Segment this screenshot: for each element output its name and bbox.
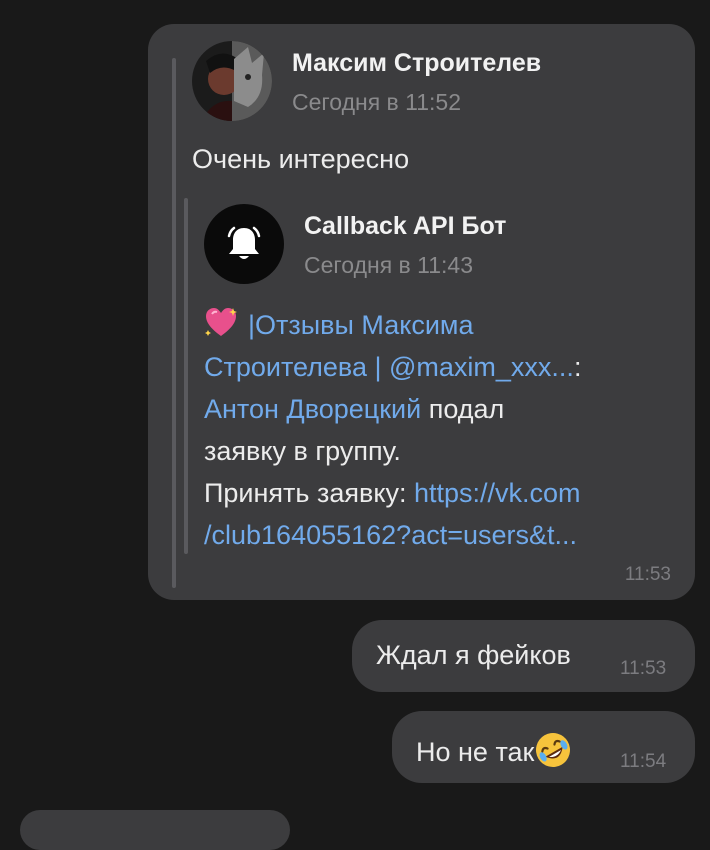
colon-text: : [573, 352, 582, 382]
message-timestamp: 11:54 [620, 751, 667, 772]
message-text: Но не так [416, 737, 535, 767]
forwarded-author-name[interactable]: Callback API Бот [304, 212, 506, 241]
sparkling-heart-icon [205, 308, 237, 336]
forwarded-text: |Отзывы Максима Строителева | @maxim_xxx… [204, 304, 684, 556]
quote-bar [172, 58, 176, 588]
message-bubble-partial[interactable] [20, 810, 290, 850]
group-link[interactable]: |Отзывы Максима [248, 310, 474, 340]
author-name[interactable]: Максим Строителев [292, 49, 541, 78]
message-text-wrap: Но не так [416, 731, 572, 769]
group-link-cont[interactable]: Строителева | @maxim_xxx... [204, 352, 574, 382]
accept-label: Принять заявку: [204, 478, 414, 508]
avatar-user[interactable] [192, 41, 272, 121]
message-bubble[interactable]: Но не так 11:54 [392, 711, 695, 783]
message-text: Очень интересно [192, 144, 410, 174]
text-line: заявку в группу. [204, 436, 401, 466]
message-bubble[interactable]: Ждал я фейков 11:53 [352, 620, 695, 692]
accept-url-link[interactable]: https://vk.com [414, 478, 581, 508]
bell-icon [227, 226, 261, 259]
avatar-bot[interactable] [204, 204, 284, 284]
message-timestamp: 11:53 [624, 564, 671, 585]
user-link[interactable]: Антон Дворецкий [204, 394, 421, 424]
accept-url-link-cont[interactable]: /club164055162?act=users&t... [204, 520, 577, 550]
text-fragment: подал [421, 394, 505, 424]
nested-quote-bar [184, 198, 188, 554]
message-date: Сегодня в 11:52 [292, 89, 461, 115]
message-bubble-forwarded[interactable]: Максим Строителев Сегодня в 11:52 Очень … [148, 24, 695, 600]
forwarded-date: Сегодня в 11:43 [304, 252, 473, 278]
message-timestamp: 11:53 [620, 658, 667, 679]
rolling-laughing-icon [536, 733, 571, 767]
message-text: Ждал я фейков [376, 640, 571, 670]
